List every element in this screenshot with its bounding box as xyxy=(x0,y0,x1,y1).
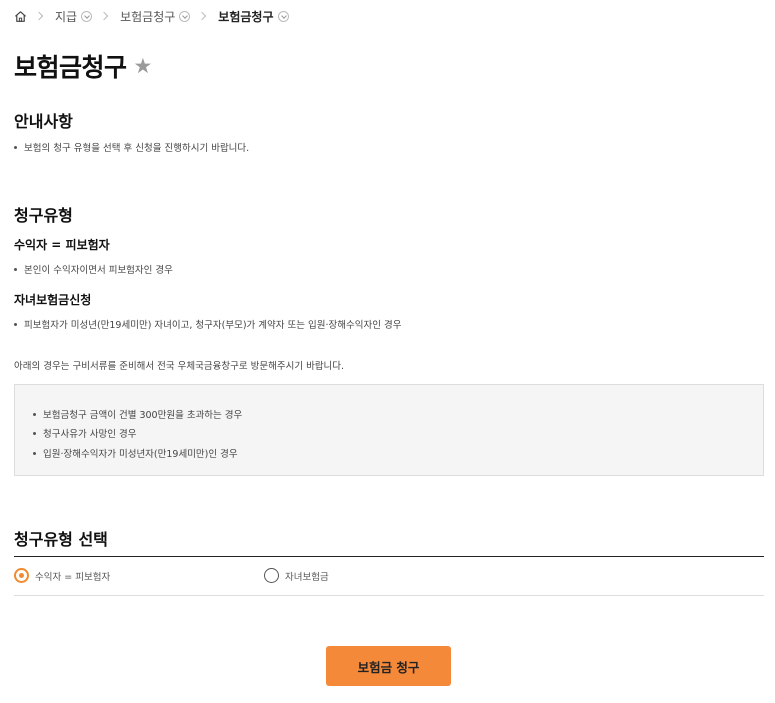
chevron-down-icon[interactable] xyxy=(81,10,93,22)
chevron-down-icon[interactable] xyxy=(179,10,191,22)
radio-beneficiary[interactable]: 수익자 = 피보험자 xyxy=(14,568,110,583)
guide-title: 안내사항 xyxy=(14,112,73,131)
breadcrumb: 지급 보험금청구 보험금청구 xyxy=(14,8,289,24)
breadcrumb-label: 보험금청구 xyxy=(218,9,274,24)
radio-label: 수익자 = 피보험자 xyxy=(35,571,111,583)
page-title-text: 보험금청구 xyxy=(14,53,127,82)
list-item: 청구사유가 사망인 경우 xyxy=(33,426,136,440)
breadcrumb-label: 지급 xyxy=(55,9,78,24)
chevron-down-icon[interactable] xyxy=(277,10,289,22)
breadcrumb-item-payment[interactable]: 지급 xyxy=(55,8,93,25)
type2-title: 자녀보험금신청 xyxy=(14,293,92,307)
breadcrumb-label: 보험금청구 xyxy=(120,9,176,24)
visit-note: 아래의 경우는 구비서류를 준비해서 전국 우체국금융창구로 방문해주시기 바랍… xyxy=(14,361,345,372)
star-icon[interactable]: ★ xyxy=(134,54,153,78)
chevron-right-icon xyxy=(99,11,109,21)
chevron-right-icon xyxy=(34,11,44,21)
breadcrumb-item-current[interactable]: 보험금청구 xyxy=(218,8,289,25)
visit-cases-box: 보험금청구 금액이 건별 300만원을 초과하는 경우 청구사유가 사망인 경우… xyxy=(14,384,764,476)
radio-unchecked-icon[interactable] xyxy=(264,568,279,583)
claim-types-title: 청구유형 xyxy=(14,206,73,225)
guide-text: 보험의 청구 유형을 선택 후 신청을 진행하시기 바랍니다. xyxy=(14,140,249,154)
radio-child[interactable]: 자녀보험금 xyxy=(264,568,329,583)
chevron-right-icon xyxy=(198,11,207,21)
list-item: 보험금청구 금액이 건별 300만원을 초과하는 경우 xyxy=(33,407,242,421)
list-item: 입원·장해수익자가 미성년자(만19세미만)인 경우 xyxy=(33,446,238,460)
submit-claim-button[interactable]: 보험금 청구 xyxy=(326,646,451,686)
radio-label: 자녀보험금 xyxy=(285,571,329,583)
select-title: 청구유형 선택 xyxy=(14,530,108,549)
radio-checked-icon[interactable] xyxy=(14,568,29,583)
divider xyxy=(14,595,764,596)
type1-title: 수익자 = 피보험자 xyxy=(14,238,110,252)
home-icon[interactable] xyxy=(14,10,27,23)
breadcrumb-item-claim[interactable]: 보험금청구 xyxy=(120,8,191,25)
divider xyxy=(14,556,764,557)
type2-desc: 피보험자가 미성년(만19세미만) 자녀이고, 청구자(부모)가 계약자 또는 … xyxy=(14,317,401,331)
page-title: 보험금청구 ★ xyxy=(14,48,152,84)
type1-desc: 본인이 수익자이면서 피보험자인 경우 xyxy=(14,262,173,276)
